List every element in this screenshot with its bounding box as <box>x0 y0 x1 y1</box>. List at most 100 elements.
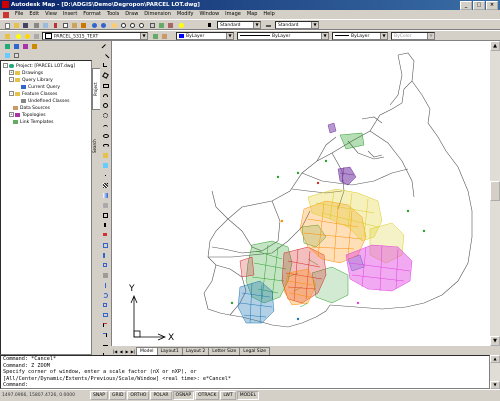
modify-erase-icon[interactable] <box>101 231 109 239</box>
tree-item-feature-classes[interactable]: - Feature Classes <box>3 91 89 98</box>
tree-item-data-sources[interactable]: Data Sources <box>3 105 89 112</box>
vertical-scrollbar[interactable]: ▲ ▼ <box>490 41 500 346</box>
ellipse-icon[interactable] <box>101 131 109 139</box>
line-icon[interactable] <box>101 41 110 52</box>
rectangle-icon[interactable] <box>101 81 109 89</box>
menu-draw[interactable]: Draw <box>122 10 141 19</box>
command-line[interactable]: Command: *Cancel* Command: Z ZOOM Specify … <box>0 355 490 389</box>
layer-manager-icon[interactable] <box>3 32 11 40</box>
dim-style-select[interactable]: Standard ▼ <box>275 21 319 29</box>
grid-toggle[interactable]: GRID <box>109 391 127 400</box>
lock-icon[interactable] <box>32 32 40 40</box>
scroll-down-icon[interactable]: ▼ <box>490 381 500 389</box>
scroll-down-icon[interactable]: ▼ <box>490 336 500 346</box>
map-table-icon[interactable] <box>12 51 20 59</box>
point-icon[interactable] <box>101 171 109 179</box>
revision-cloud-icon[interactable] <box>101 111 109 119</box>
tool-palettes-icon[interactable] <box>166 21 174 29</box>
tab-model[interactable]: Model <box>136 347 158 355</box>
cut-icon[interactable] <box>52 21 60 29</box>
polygon-icon[interactable] <box>101 71 109 79</box>
gradient-icon[interactable] <box>101 191 109 199</box>
match-properties-icon[interactable] <box>79 21 87 29</box>
lineweight-select[interactable]: ByLayer ▼ <box>332 32 388 40</box>
app-icon[interactable] <box>2 1 9 8</box>
layer-previous-icon[interactable] <box>160 32 168 40</box>
copy-icon[interactable] <box>61 21 69 29</box>
menu-image[interactable]: Image <box>222 10 244 19</box>
modify-rotate-icon[interactable] <box>101 291 109 299</box>
menu-edit[interactable]: Edit <box>26 10 42 19</box>
dim-style-icon[interactable] <box>264 21 272 29</box>
collapse-icon[interactable]: - <box>9 91 14 96</box>
collapse-icon[interactable]: - <box>9 77 14 82</box>
lwt-toggle[interactable]: LWT <box>220 391 236 400</box>
tab-layout-2[interactable]: Layout 2 <box>181 347 210 355</box>
tree-item-undefined-classes[interactable]: Undefined Classes <box>3 98 89 105</box>
text-style-select[interactable]: Standard ▼ <box>217 21 261 29</box>
expand-icon[interactable]: + <box>9 112 14 117</box>
modify-move-icon[interactable] <box>101 281 109 289</box>
tree-item-topologies[interactable]: + Topologies <box>3 112 89 119</box>
design-center-icon[interactable] <box>157 21 165 29</box>
sun-icon[interactable] <box>23 32 31 40</box>
multiline-text-icon[interactable] <box>101 221 109 229</box>
menu-map[interactable]: Map <box>244 10 261 19</box>
print-icon[interactable] <box>32 21 40 29</box>
tab-legal-size[interactable]: Legal Size <box>239 347 271 355</box>
modify-scale-icon[interactable] <box>101 301 109 309</box>
plotstyle-select[interactable]: ByColor ▼ <box>391 32 435 40</box>
arc-icon[interactable] <box>101 91 109 99</box>
otrack-toggle[interactable]: OTRACK <box>195 391 220 400</box>
insert-block-icon[interactable] <box>101 151 109 159</box>
circle-icon[interactable] <box>101 101 109 109</box>
menu-modify[interactable]: Modify <box>174 10 197 19</box>
modify-stretch-icon[interactable] <box>101 311 109 319</box>
ortho-toggle[interactable]: ORTHO <box>127 391 150 400</box>
map-attach-icon[interactable] <box>12 42 20 50</box>
table-icon[interactable] <box>101 211 109 219</box>
close-button[interactable]: × <box>486 1 498 10</box>
color-select[interactable]: ByLayer ▼ <box>176 32 234 40</box>
map-topology-icon[interactable] <box>21 42 29 50</box>
modify-offset-icon[interactable] <box>101 261 109 269</box>
menu-format[interactable]: Format <box>80 10 104 19</box>
layer-state-icon[interactable] <box>14 32 22 40</box>
region-icon[interactable] <box>101 201 109 209</box>
minimize-button[interactable]: _ <box>460 1 472 10</box>
construction-line-icon[interactable] <box>101 51 110 62</box>
menu-view[interactable]: View <box>42 10 60 19</box>
collapse-icon[interactable]: - <box>3 63 8 68</box>
ellipse-arc-icon[interactable] <box>101 141 109 149</box>
pan-icon[interactable] <box>110 21 118 29</box>
plot-preview-icon[interactable] <box>41 21 49 29</box>
polyline-icon[interactable] <box>101 61 109 69</box>
menu-file[interactable]: File <box>12 10 26 19</box>
menu-tools[interactable]: Tools <box>104 10 122 19</box>
tree-item-link-templates[interactable]: Link Templates <box>3 119 89 126</box>
make-object-layer-current-icon[interactable] <box>151 32 159 40</box>
zoom-previous-icon[interactable] <box>137 21 145 29</box>
spline-icon[interactable] <box>101 121 109 129</box>
expand-icon[interactable]: + <box>9 70 14 75</box>
tree-item-drawings[interactable]: + Drawings <box>3 70 89 77</box>
tree-item-query-library[interactable]: - Query Library <box>3 77 89 84</box>
scroll-thumb[interactable] <box>490 181 500 201</box>
scroll-up-icon[interactable]: ▲ <box>490 355 500 363</box>
text-style-icon[interactable] <box>206 21 214 29</box>
linetype-select[interactable]: ByLayer ▼ <box>237 32 329 40</box>
menu-help[interactable]: Help <box>260 10 277 19</box>
modify-extend-icon[interactable] <box>101 331 109 339</box>
new-icon[interactable] <box>3 21 11 29</box>
drawing-canvas[interactable]: Y X <box>112 41 490 346</box>
zoom-window-icon[interactable] <box>128 21 136 29</box>
polar-toggle[interactable]: POLAR <box>150 391 172 400</box>
modify-trim-icon[interactable] <box>101 321 109 329</box>
properties-icon[interactable] <box>148 21 156 29</box>
hatch-icon[interactable] <box>101 181 109 189</box>
snap-toggle[interactable]: SNAP <box>90 391 109 400</box>
help-icon[interactable] <box>177 21 185 29</box>
undo-icon[interactable] <box>90 21 98 29</box>
map-layer-icon[interactable] <box>3 51 11 59</box>
menu-insert[interactable]: Insert <box>60 10 80 19</box>
